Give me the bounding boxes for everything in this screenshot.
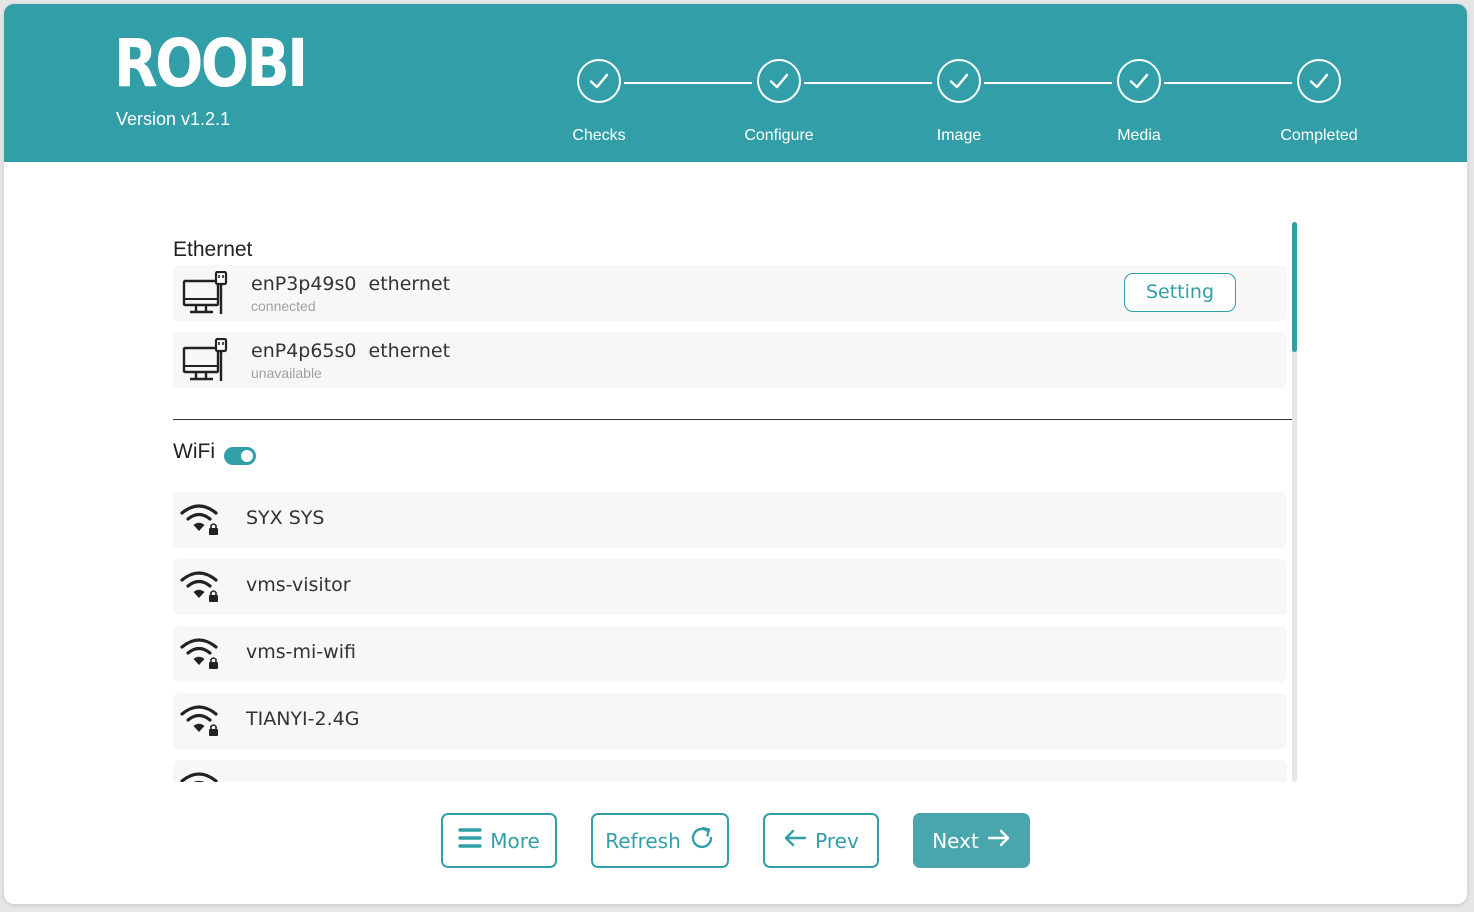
- step-label-media: Media: [1117, 127, 1161, 144]
- refresh-button-label: Refresh: [605, 828, 681, 853]
- app-window: ROOBI Version v1.2.1 Checks Configure Im…: [4, 4, 1467, 904]
- step-label-completed: Completed: [1280, 127, 1358, 144]
- ethernet-title: Ethernet: [173, 238, 253, 261]
- step-label-image: Image: [936, 127, 982, 144]
- arrow-right-icon: [987, 828, 1011, 853]
- wifi-network-item[interactable]: TIANYI-2.4G: [173, 693, 1287, 749]
- step-label-configure: Configure: [744, 127, 814, 144]
- wifi-network-item[interactable]: [173, 760, 1287, 782]
- header: ROOBI Version v1.2.1 Checks Configure Im…: [4, 4, 1467, 162]
- more-button-label: More: [490, 828, 540, 853]
- step-media-check-icon: [1117, 59, 1161, 103]
- setting-button[interactable]: Setting: [1124, 273, 1236, 312]
- step-completed-check-icon: [1297, 59, 1341, 103]
- wifi-ssid: SYX SYS: [246, 507, 325, 529]
- prev-button[interactable]: Prev: [763, 813, 879, 868]
- wifi-lock-icon: [180, 703, 222, 742]
- step-checks-check-icon: [577, 59, 621, 103]
- wifi-network-item[interactable]: vms-visitor: [173, 559, 1287, 615]
- ethernet-item[interactable]: enP3p49s0 ethernet connected Setting: [173, 265, 1287, 321]
- arrow-left-icon: [783, 828, 807, 853]
- ethernet-name: enP3p49s0 ethernet: [251, 273, 462, 295]
- ethernet-computer-icon: [181, 270, 231, 322]
- step-connector: [1164, 82, 1292, 84]
- wifi-network-item[interactable]: vms-mi-wifi: [173, 626, 1287, 682]
- section-divider: [173, 419, 1293, 420]
- ethernet-item[interactable]: enP4p65s0 ethernet unavailable: [173, 332, 1287, 388]
- menu-icon: [458, 827, 482, 854]
- network-panel: Ethernet enP3p49s0 ethernet connected Set…: [4, 162, 1467, 904]
- ethernet-device: enP3p49s0: [251, 273, 357, 295]
- ethernet-name: enP4p65s0 ethernet: [251, 340, 462, 362]
- network-list[interactable]: Ethernet enP3p49s0 ethernet connected Set…: [4, 162, 1304, 782]
- wifi-ssid: vms-visitor: [246, 574, 351, 596]
- wifi-lock-icon: [180, 636, 222, 675]
- wifi-ssid: TIANYI-2.4G: [246, 708, 360, 730]
- refresh-icon: [689, 825, 715, 856]
- next-button[interactable]: Next: [913, 813, 1030, 868]
- ethernet-device: enP4p65s0: [251, 340, 357, 362]
- ethernet-status: connected: [251, 298, 316, 314]
- ethernet-type: ethernet: [368, 340, 451, 362]
- wifi-toggle-knob: [241, 450, 253, 462]
- step-connector: [804, 82, 932, 84]
- wifi-ssid: vms-mi-wifi: [246, 641, 356, 663]
- next-button-label: Next: [932, 828, 979, 853]
- step-label-checks: Checks: [572, 127, 626, 144]
- step-configure-check-icon: [757, 59, 801, 103]
- refresh-button[interactable]: Refresh: [591, 813, 729, 868]
- step-image-check-icon: [937, 59, 981, 103]
- wifi-toggle[interactable]: [224, 447, 256, 465]
- prev-button-label: Prev: [815, 828, 859, 853]
- step-connector: [624, 82, 752, 84]
- wifi-lock-icon: [180, 502, 222, 541]
- scrollbar[interactable]: [1292, 222, 1297, 782]
- wifi-lock-icon: [180, 770, 222, 782]
- ethernet-status: unavailable: [251, 365, 322, 381]
- more-button[interactable]: More: [441, 813, 557, 868]
- step-connector: [984, 82, 1112, 84]
- wifi-network-item[interactable]: SYX SYS: [173, 492, 1287, 548]
- progress-stepper: Checks Configure Image Media Completed: [4, 4, 1467, 162]
- ethernet-type: ethernet: [368, 273, 451, 295]
- scrollbar-thumb[interactable]: [1292, 222, 1297, 352]
- wifi-title: WiFi: [173, 440, 215, 463]
- ethernet-computer-icon: [181, 337, 231, 389]
- wifi-lock-icon: [180, 569, 222, 608]
